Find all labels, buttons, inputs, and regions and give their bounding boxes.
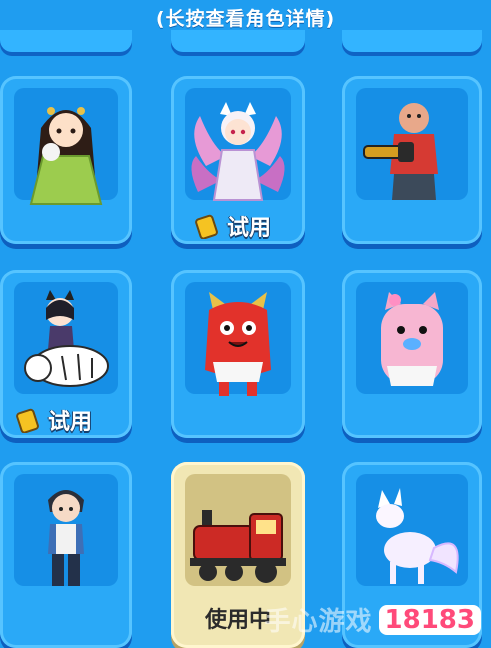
chainsaw-man-figure bbox=[363, 103, 438, 200]
blue-jacket-boy-figure bbox=[48, 490, 84, 586]
white-fox-figure bbox=[376, 488, 459, 584]
watermark-text: 手心游戏 bbox=[264, 607, 373, 637]
ticket-icon bbox=[16, 408, 39, 433]
character-card-hanfu-girl[interactable] bbox=[0, 76, 132, 244]
card-portrait-area bbox=[14, 282, 118, 394]
trial-badge: 试用 bbox=[16, 404, 92, 436]
card-portrait-area bbox=[185, 474, 291, 586]
tiger-rider-figure bbox=[24, 290, 109, 387]
character-card-pink-pig[interactable] bbox=[342, 270, 482, 438]
character-card-red-monster[interactable] bbox=[171, 270, 305, 438]
pink-pig-figure bbox=[381, 292, 443, 386]
card-portrait-area bbox=[356, 474, 468, 586]
watermark: 手心游戏 18183 bbox=[265, 601, 481, 638]
trial-badge: 试用 bbox=[195, 210, 271, 242]
card-portrait-area bbox=[185, 88, 291, 201]
fox-girl-figure bbox=[191, 102, 285, 201]
character-card-tiger-rider[interactable]: 试用 bbox=[0, 270, 132, 438]
partial-card-top-left[interactable] bbox=[0, 30, 132, 52]
card-portrait-area bbox=[185, 282, 291, 396]
trial-badge-label: 试用 bbox=[227, 216, 272, 241]
hanfu-girl-figure bbox=[29, 107, 103, 205]
character-card-blue-jacket-boy[interactable] bbox=[0, 462, 132, 648]
character-card-fox-girl[interactable]: 试用 bbox=[171, 76, 305, 244]
red-monster-figure bbox=[205, 292, 271, 396]
card-portrait-area bbox=[14, 88, 118, 205]
character-card-chainsaw-man[interactable] bbox=[342, 76, 482, 244]
watermark-logo: 18183 bbox=[378, 604, 481, 635]
hint-text: (长按查看角色详情) bbox=[155, 8, 336, 30]
partial-card-top-middle[interactable] bbox=[171, 30, 305, 52]
ticket-icon bbox=[195, 214, 218, 239]
red-train-figure bbox=[190, 510, 286, 583]
card-portrait-area bbox=[14, 474, 118, 586]
card-portrait-area bbox=[356, 282, 468, 394]
trial-badge-label: 试用 bbox=[48, 410, 93, 435]
partial-card-top-right[interactable] bbox=[342, 30, 482, 52]
card-portrait-area bbox=[356, 88, 468, 200]
